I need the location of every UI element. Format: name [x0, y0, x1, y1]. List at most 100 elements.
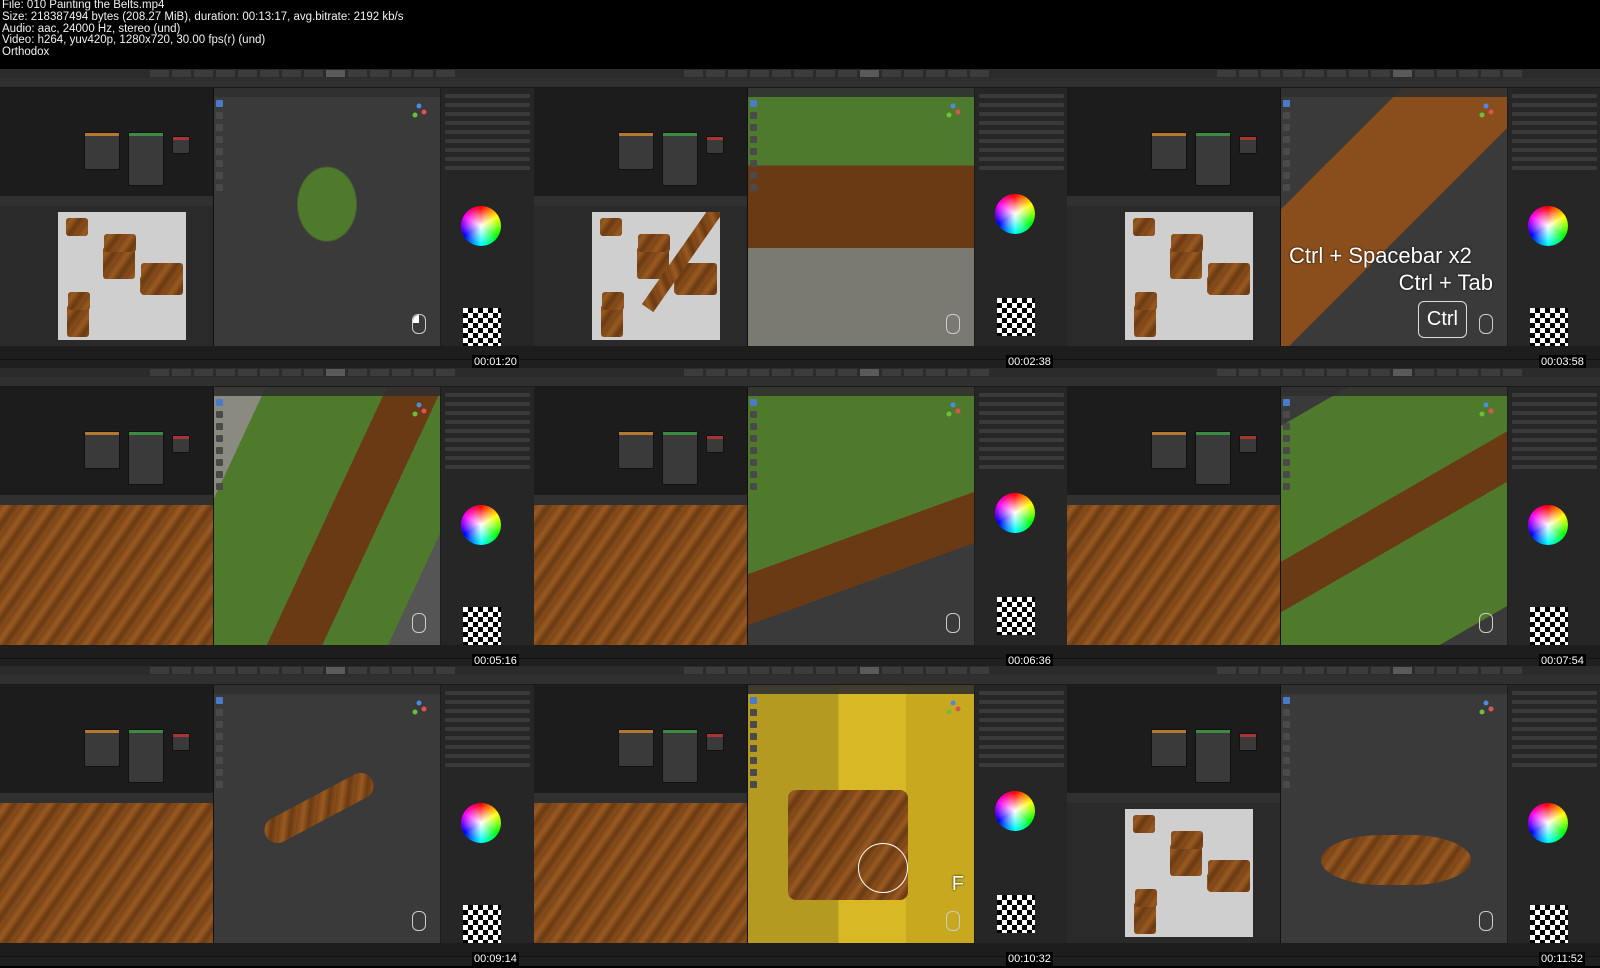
property-row[interactable] — [1512, 166, 1597, 170]
property-row[interactable] — [445, 438, 530, 442]
workspace-tab[interactable] — [706, 667, 725, 674]
workspace-tab[interactable] — [1437, 369, 1456, 376]
workspace-tab[interactable] — [216, 369, 235, 376]
workspace-tab[interactable] — [1327, 667, 1346, 674]
video-thumbnail[interactable]: F — [534, 666, 1068, 966]
workspace-tab[interactable] — [1415, 369, 1434, 376]
workspace-tab[interactable] — [1349, 369, 1368, 376]
property-row[interactable] — [445, 130, 530, 134]
workspace-tab[interactable] — [348, 369, 367, 376]
property-row[interactable] — [1512, 691, 1597, 695]
3d-viewport[interactable] — [214, 685, 440, 943]
workspace-tab[interactable] — [282, 70, 301, 77]
workspace-tab[interactable] — [1415, 667, 1434, 674]
workspace-tab[interactable] — [816, 667, 835, 674]
navigation-gizmo-icon[interactable] — [944, 102, 962, 120]
paint-tool-button[interactable] — [750, 399, 757, 406]
property-row[interactable] — [1512, 429, 1597, 433]
property-row[interactable] — [1512, 754, 1597, 758]
paint-tool-button[interactable] — [750, 781, 757, 788]
property-row[interactable] — [1512, 157, 1597, 161]
property-row[interactable] — [1512, 709, 1597, 713]
navigation-gizmo-icon[interactable] — [410, 699, 428, 717]
workspace-tab[interactable] — [838, 667, 857, 674]
workspace-tab[interactable] — [1327, 70, 1346, 77]
workspace-tab[interactable] — [838, 369, 857, 376]
paint-tool-button[interactable] — [216, 483, 223, 490]
paint-tool-button[interactable] — [216, 160, 223, 167]
video-thumbnail[interactable] — [1067, 368, 1600, 668]
tab-texture-paint[interactable] — [326, 70, 345, 77]
paint-tool-button[interactable] — [750, 148, 757, 155]
workspace-tab[interactable] — [1503, 369, 1522, 376]
workspace-tab[interactable] — [794, 667, 813, 674]
workspace-tab[interactable] — [794, 369, 813, 376]
workspace-tab[interactable] — [436, 70, 455, 77]
property-row[interactable] — [979, 94, 1064, 98]
workspace-tab[interactable] — [750, 667, 769, 674]
workspace-tab[interactable] — [1283, 369, 1302, 376]
color-picker-wheel[interactable] — [1528, 206, 1568, 246]
workspace-tab[interactable] — [1239, 667, 1258, 674]
paint-tool-button[interactable] — [216, 709, 223, 716]
paint-tool-button[interactable] — [216, 148, 223, 155]
navigation-gizmo-icon[interactable] — [1477, 401, 1495, 419]
paint-tool-button[interactable] — [216, 781, 223, 788]
workspace-tab[interactable] — [414, 667, 433, 674]
property-row[interactable] — [445, 456, 530, 460]
color-picker-wheel[interactable] — [1528, 505, 1568, 545]
properties-side-panel[interactable] — [1508, 88, 1600, 346]
paint-tool-button[interactable] — [216, 172, 223, 179]
property-row[interactable] — [445, 709, 530, 713]
workspace-tab[interactable] — [348, 667, 367, 674]
workspace-tab[interactable] — [1283, 667, 1302, 674]
workspace-tab[interactable] — [436, 369, 455, 376]
property-row[interactable] — [979, 130, 1064, 134]
paint-tool-button[interactable] — [1283, 172, 1290, 179]
shader-node-editor[interactable] — [1067, 685, 1281, 792]
property-row[interactable] — [1512, 456, 1597, 460]
workspace-tab[interactable] — [1261, 70, 1280, 77]
workspace-tab[interactable] — [882, 70, 901, 77]
property-row[interactable] — [979, 754, 1064, 758]
property-row[interactable] — [1512, 94, 1597, 98]
workspace-tab[interactable] — [926, 369, 945, 376]
paint-tool-button[interactable] — [1283, 136, 1290, 143]
image-editor[interactable] — [534, 196, 748, 346]
paint-tool-button[interactable] — [750, 483, 757, 490]
workspace-tab[interactable] — [238, 70, 257, 77]
image-editor[interactable] — [1067, 793, 1281, 943]
paint-tool-button[interactable] — [750, 471, 757, 478]
property-row[interactable] — [445, 112, 530, 116]
property-row[interactable] — [445, 393, 530, 397]
color-picker-wheel[interactable] — [461, 206, 501, 246]
property-row[interactable] — [1512, 438, 1597, 442]
workspace-tab[interactable] — [684, 667, 703, 674]
workspace-tab[interactable] — [1415, 70, 1434, 77]
property-row[interactable] — [1512, 112, 1597, 116]
workspace-tab[interactable] — [1459, 369, 1478, 376]
workspace-tab[interactable] — [414, 369, 433, 376]
properties-side-panel[interactable] — [975, 685, 1068, 943]
property-row[interactable] — [1512, 130, 1597, 134]
workspace-tab[interactable] — [706, 70, 725, 77]
workspace-tab[interactable] — [1239, 369, 1258, 376]
paint-tool-button[interactable] — [216, 471, 223, 478]
paint-tool-button[interactable] — [1283, 399, 1290, 406]
paint-tool-button[interactable] — [1283, 148, 1290, 155]
workspace-tab[interactable] — [1217, 369, 1236, 376]
3d-viewport[interactable] — [1281, 685, 1507, 943]
image-editor[interactable] — [1067, 196, 1281, 346]
tab-texture-paint[interactable] — [326, 369, 345, 376]
workspace-tab[interactable] — [750, 70, 769, 77]
paint-tool-button[interactable] — [1283, 733, 1290, 740]
workspace-tab[interactable] — [172, 70, 191, 77]
paint-tool-button[interactable] — [216, 411, 223, 418]
paint-tool-button[interactable] — [750, 136, 757, 143]
property-row[interactable] — [979, 465, 1064, 469]
workspace-tab[interactable] — [1371, 369, 1390, 376]
workspace-tab[interactable] — [304, 70, 323, 77]
workspace-tab[interactable] — [216, 70, 235, 77]
workspace-tab[interactable] — [194, 70, 213, 77]
video-thumbnail[interactable] — [0, 368, 534, 668]
